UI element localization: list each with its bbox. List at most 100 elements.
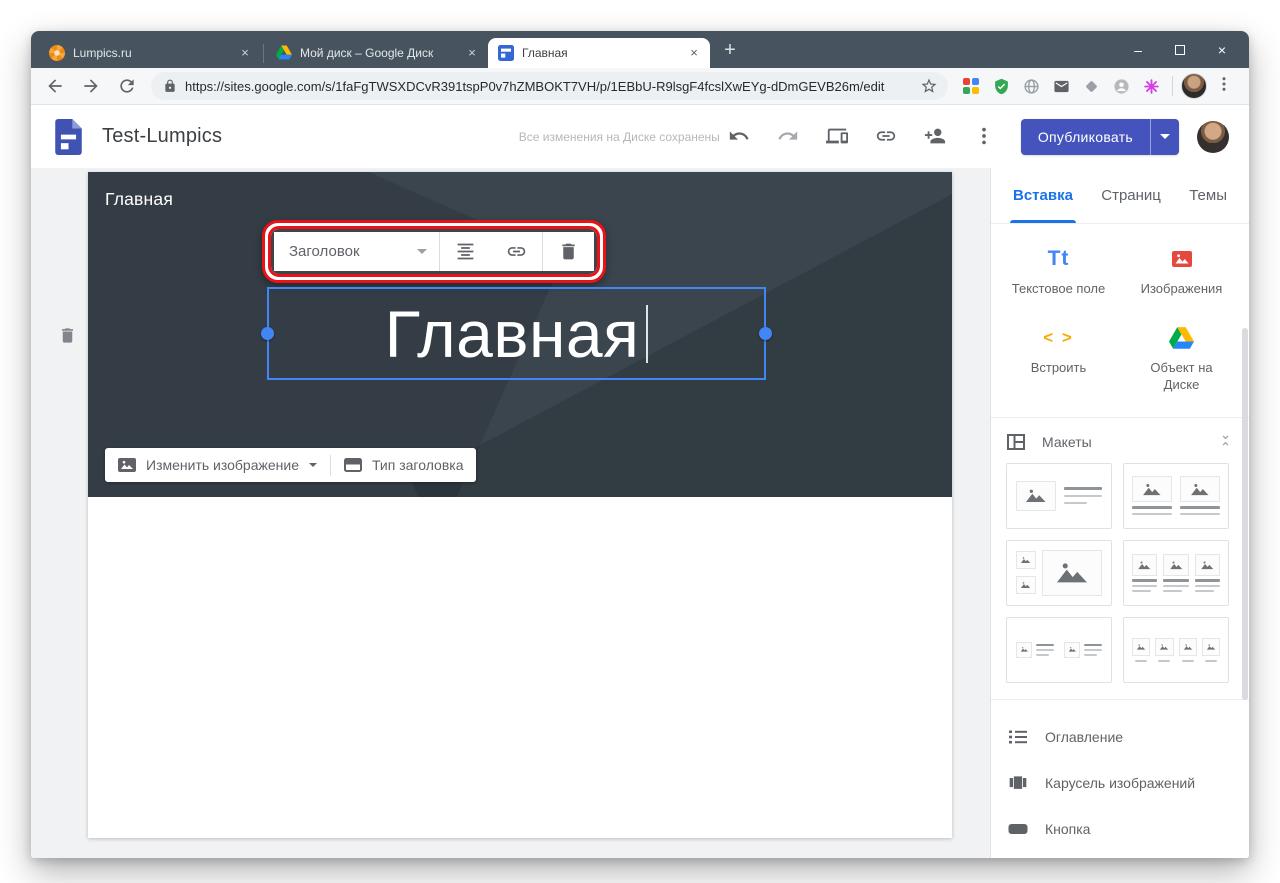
extension-colorful-icon[interactable] [958,73,984,99]
align-center-icon[interactable] [440,241,491,262]
chrome-menu-icon[interactable] [1215,75,1237,98]
tab-close-icon[interactable]: × [237,45,253,61]
header-type-icon [344,458,362,472]
tab-google-drive[interactable]: Мой диск – Google Диск × [266,38,488,68]
image-placeholder-icon [1160,644,1169,650]
editor-content-area: Главная Заголовок Главная Изменить изобр… [31,168,1249,858]
sidebar-components-list: Оглавление Карусель изображений Кнопка [991,700,1249,858]
insert-link-icon[interactable] [491,241,542,262]
sidebar-scrollbar[interactable] [1242,328,1248,700]
app-actions: Опубликовать [703,118,1229,155]
text-floating-toolbar: Заголовок [271,229,597,274]
sidebar-tabs: Вставка Страниц Темы [991,168,1249,224]
tab-themes[interactable]: Темы [1189,168,1227,223]
back-button[interactable] [43,74,67,98]
forward-button[interactable] [79,74,103,98]
title-selection-box[interactable]: Главная [261,287,772,380]
preview-devices-icon[interactable] [825,125,850,149]
collapse-section-icon[interactable] [1218,433,1233,451]
tab-insert[interactable]: Вставка [1010,168,1076,223]
more-options-icon[interactable] [973,125,997,149]
publish-dropdown-caret[interactable] [1150,118,1179,155]
reload-button[interactable] [115,74,139,98]
tab-pages[interactable]: Страниц [1101,168,1161,223]
change-image-button[interactable]: Изменить изображение [105,457,330,473]
tab-divider [263,44,264,63]
text-field-icon: Tt [1047,247,1070,270]
tab-title: Мой диск – Google Диск [300,46,434,60]
page-title[interactable]: Главная [385,301,640,367]
text-style-dropdown[interactable]: Заголовок [274,243,439,260]
images-icon [1171,246,1192,272]
extensions-area [954,73,1237,99]
browser-profile-avatar[interactable] [1181,73,1207,99]
image-placeholder-icon [1201,561,1214,569]
extension-diamond-icon[interactable] [1078,73,1104,99]
header-type-button[interactable]: Тип заголовка [331,457,476,473]
page-canvas: Главная Заголовок Главная Изменить изобр… [88,172,952,838]
tab-lumpics[interactable]: Lumpics.ru × [39,38,261,68]
selection-handle-right[interactable] [759,327,772,340]
insert-embed[interactable]: < > Встроить [997,325,1120,393]
tab-title: Lumpics.ru [73,46,132,60]
selection-handle-left[interactable] [261,327,274,340]
publish-button[interactable]: Опубликовать [1020,118,1150,155]
insert-table-of-contents[interactable]: Оглавление [991,714,1249,760]
sites-favicon [498,45,514,61]
layout-thumbnail-2[interactable] [1123,462,1229,529]
layout-thumbnail-5[interactable] [1006,616,1112,683]
tab-close-icon[interactable]: × [686,45,702,61]
drive-object-icon [1169,325,1194,351]
share-add-person-icon[interactable] [924,125,948,149]
image-placeholder-icon [1136,644,1146,650]
image-icon [118,458,136,472]
account-avatar[interactable] [1197,120,1229,153]
new-tab-button[interactable]: + [716,37,744,65]
undo-icon[interactable] [728,125,752,149]
insert-button[interactable]: Кнопка [991,806,1249,852]
delete-section-icon[interactable] [58,326,78,346]
extension-mail-icon[interactable] [1048,73,1074,99]
url-bar[interactable]: https://sites.google.com/s/1faFgTWSXDCvR… [151,72,948,100]
button-icon [1008,823,1028,834]
layout-thumbnail-3[interactable] [1006,539,1112,606]
url-text: https://sites.google.com/s/1faFgTWSXDCvR… [185,78,885,94]
tab-close-icon[interactable]: × [464,45,480,61]
insert-text-box[interactable]: Tt Текстовое поле [997,246,1120,297]
lock-icon [165,79,175,92]
browser-window: Lumpics.ru × Мой диск – Google Диск × Гл… [31,31,1249,858]
close-button[interactable]: × [1201,42,1243,58]
chevron-down-icon [309,463,317,467]
copy-link-icon[interactable] [875,125,899,149]
extension-shield-icon[interactable] [988,73,1014,99]
carousel-icon [1009,776,1027,789]
delete-element-icon[interactable] [543,241,594,262]
layout-thumbnail-1[interactable] [1006,462,1112,529]
layouts-header: Макеты [991,418,1249,463]
bookmark-star-icon[interactable] [920,77,938,95]
layout-thumbnail-6[interactable] [1123,616,1229,683]
embed-icon: < > [1043,328,1074,348]
image-placeholder-icon [1206,644,1216,650]
site-title[interactable]: Test-Lumpics [102,125,222,148]
page-header-banner[interactable]: Главная Заголовок Главная Изменить изобр… [88,172,952,497]
extension-globe-icon[interactable] [1018,73,1044,99]
minimize-button[interactable]: – [1117,42,1159,58]
image-placeholder-icon [1183,644,1192,650]
image-placeholder-icon [1169,561,1183,569]
insert-image-carousel[interactable]: Карусель изображений [991,760,1249,806]
image-placeholder-icon [1138,561,1151,569]
insert-drive-object[interactable]: Объект на Диске [1120,325,1243,393]
window-controls: – × [1117,31,1243,68]
layout-thumbnail-4[interactable] [1123,539,1229,606]
extension-person-icon[interactable] [1108,73,1134,99]
tab-glavnaya-active[interactable]: Главная × [488,38,710,68]
image-placeholder-icon [1021,582,1031,589]
redo-icon[interactable] [777,125,801,149]
extension-pink-icon[interactable] [1138,73,1164,99]
maximize-button[interactable] [1159,42,1201,58]
page-name-label: Главная [105,189,174,209]
image-placeholder-icon [1021,557,1031,564]
image-placeholder-icon [1068,647,1076,653]
insert-images[interactable]: Изображения [1120,246,1243,297]
